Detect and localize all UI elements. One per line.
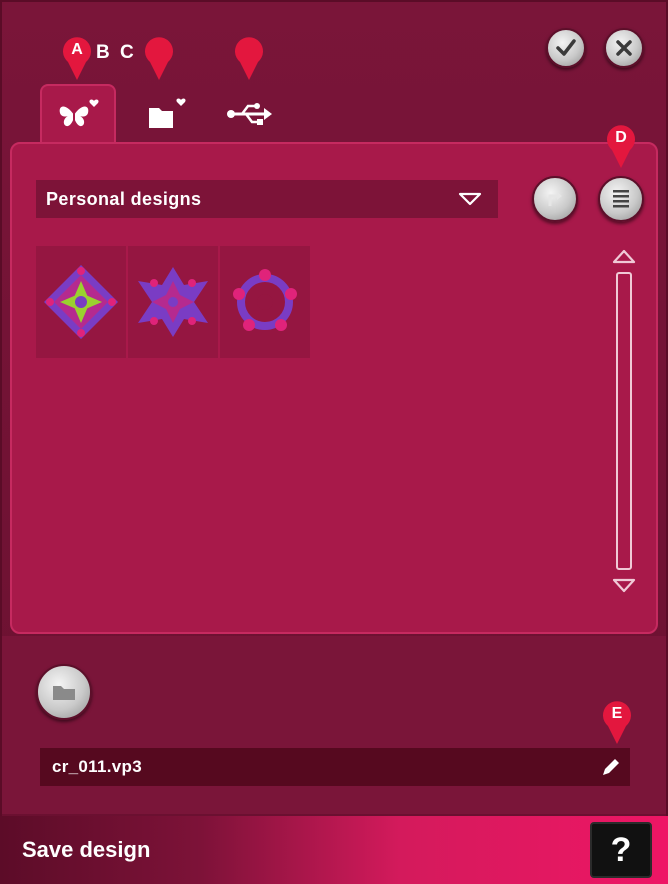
personal-designs-icon — [59, 99, 99, 127]
callout-pin-icon — [145, 37, 173, 80]
scrollbar-track[interactable] — [616, 272, 632, 570]
chevron-down-icon — [458, 192, 482, 206]
embroidery-design-2 — [138, 267, 208, 337]
folder-up-icon — [548, 192, 562, 206]
callout-d: D — [604, 124, 638, 170]
window-title: Save design — [22, 837, 151, 862]
footer-bar: Save design — [0, 816, 668, 884]
scroll-up-button[interactable] — [611, 248, 637, 264]
save-options-area — [2, 636, 666, 814]
callout-c-label: C — [120, 42, 134, 63]
folder-up-button[interactable] — [532, 176, 578, 222]
callout-c — [232, 36, 266, 82]
close-icon — [616, 40, 632, 56]
callout-a: A — [60, 36, 94, 82]
usb-icon — [227, 103, 272, 125]
new-folder-button[interactable] — [36, 664, 92, 720]
embroidery-design-3 — [233, 269, 297, 331]
cancel-button[interactable] — [604, 28, 644, 68]
design-thumbnail[interactable] — [128, 246, 218, 358]
filename-field[interactable]: cr_011.vp3 — [40, 748, 630, 786]
callout-b — [142, 36, 176, 82]
callout-b-label: B — [96, 42, 110, 63]
callout-e: E — [600, 700, 634, 746]
tab-usb[interactable] — [214, 84, 284, 144]
help-button[interactable]: ? — [590, 822, 652, 878]
check-icon — [556, 39, 576, 56]
folder-icon — [53, 686, 75, 700]
design-thumbnail[interactable] — [220, 246, 310, 358]
help-label: ? — [610, 830, 632, 869]
tab-personal-files[interactable] — [130, 84, 200, 144]
scroll-down-button[interactable] — [611, 578, 637, 594]
filename-value: cr_011.vp3 — [52, 757, 142, 776]
confirm-button[interactable] — [546, 28, 586, 68]
folder-dropdown[interactable]: Personal designs — [36, 180, 498, 218]
design-thumbnail[interactable] — [36, 246, 126, 358]
tab-personal-designs[interactable] — [40, 84, 116, 144]
personal-files-icon — [149, 98, 186, 128]
list-view-icon — [613, 190, 629, 208]
embroidery-design-1 — [44, 265, 118, 339]
list-view-button[interactable] — [598, 176, 644, 222]
folder-dropdown-value: Personal designs — [46, 188, 202, 209]
callout-pin-icon — [235, 37, 263, 80]
edit-filename-icon[interactable] — [600, 756, 622, 778]
